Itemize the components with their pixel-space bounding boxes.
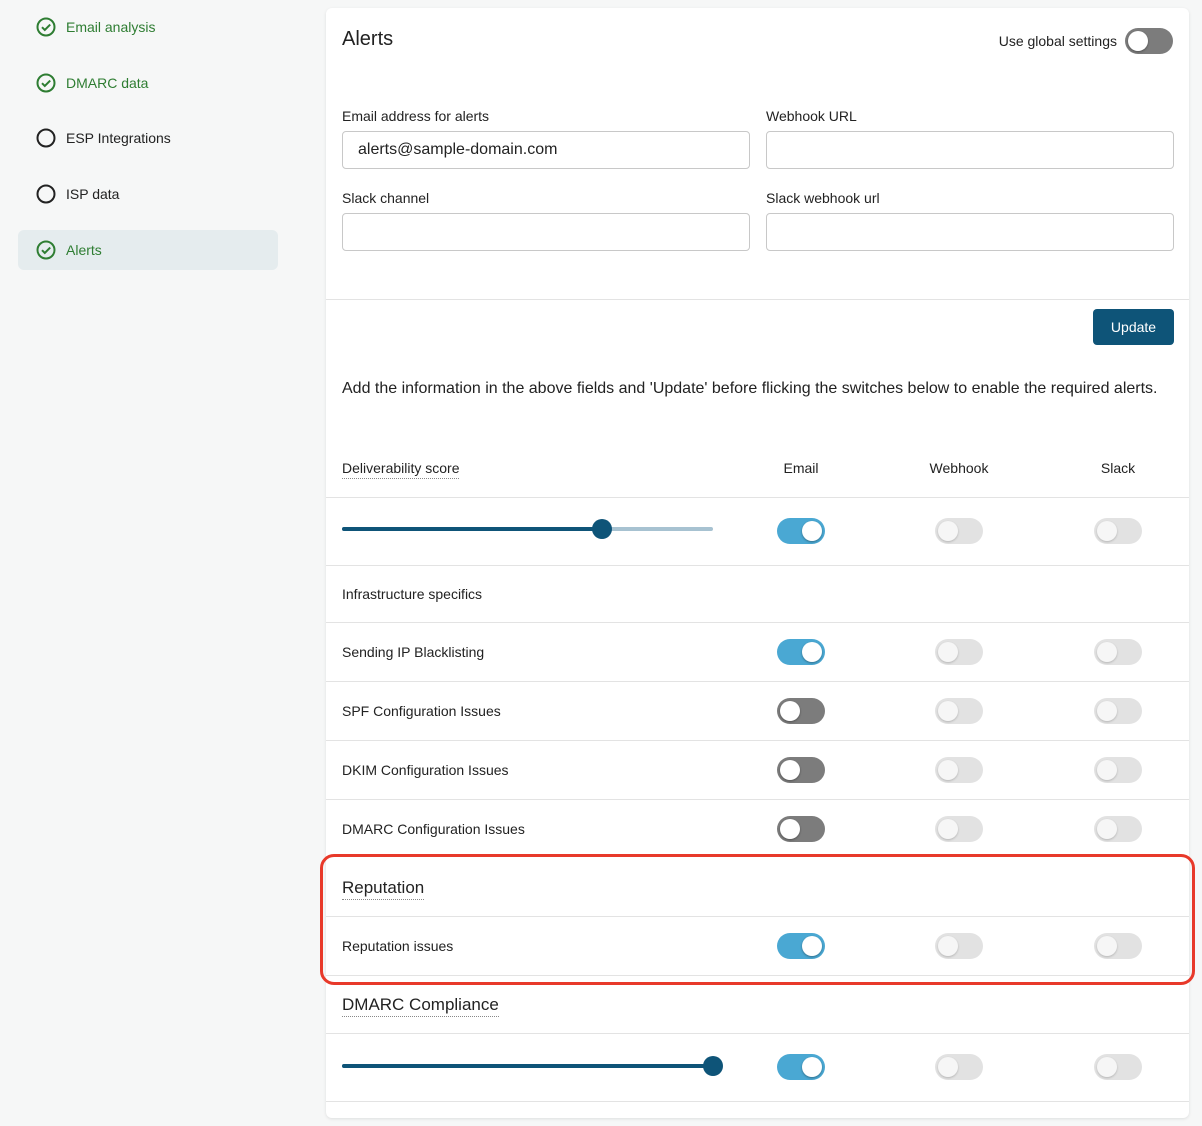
sending-ip-email-toggle[interactable] <box>777 639 825 665</box>
global-settings: Use global settings <box>999 28 1173 54</box>
dmarc-compliance-heading: DMARC Compliance <box>342 995 499 1017</box>
column-webhook: Webhook <box>929 460 989 476</box>
divider <box>326 799 1189 800</box>
reputation-webhook-toggle[interactable] <box>935 933 983 959</box>
sidebar-item-label: ESP Integrations <box>66 130 171 146</box>
slack-webhook-field[interactable] <box>766 213 1174 251</box>
alerts-panel: Alerts Use global settings Email address… <box>326 8 1189 1118</box>
dmarc-config-slack-toggle[interactable] <box>1094 816 1142 842</box>
row-label-dkim: DKIM Configuration Issues <box>342 762 509 778</box>
check-circle-icon <box>36 17 56 37</box>
column-email: Email <box>783 460 819 476</box>
deliverability-score-heading: Deliverability score <box>342 460 460 479</box>
slack-channel-label: Slack channel <box>342 190 430 206</box>
check-circle-icon <box>36 73 56 93</box>
deliverability-webhook-toggle[interactable] <box>935 518 983 544</box>
spf-slack-toggle[interactable] <box>1094 698 1142 724</box>
slack-webhook-label: Slack webhook url <box>766 190 880 206</box>
deliverability-slack-toggle[interactable] <box>1094 518 1142 544</box>
sidebar-item-label: Email analysis <box>66 19 156 35</box>
info-text: Add the information in the above fields … <box>342 380 1158 397</box>
divider <box>326 681 1189 682</box>
dmarc-compliance-slack-toggle[interactable] <box>1094 1054 1142 1080</box>
divider <box>326 565 1189 566</box>
divider <box>326 916 1189 917</box>
sidebar-item-label: ISP data <box>66 186 120 202</box>
dmarc-config-webhook-toggle[interactable] <box>935 816 983 842</box>
check-circle-icon <box>36 240 56 260</box>
infrastructure-heading: Infrastructure specifics <box>342 586 483 602</box>
dmarc-compliance-webhook-toggle[interactable] <box>935 1054 983 1080</box>
divider <box>326 1101 1189 1102</box>
deliverability-email-toggle[interactable] <box>777 518 825 544</box>
divider <box>326 497 1189 498</box>
email-field-label: Email address for alerts <box>342 108 490 124</box>
slider-thumb[interactable] <box>703 1056 723 1076</box>
sidebar: Email analysis DMARC data ESP Integratio… <box>0 0 300 1126</box>
divider <box>326 622 1189 623</box>
reputation-slack-toggle[interactable] <box>1094 933 1142 959</box>
global-settings-toggle[interactable] <box>1125 28 1173 54</box>
sidebar-item-email-analysis[interactable]: Email analysis <box>18 7 278 47</box>
webhook-field-label: Webhook URL <box>766 108 857 124</box>
row-label-reputation-issues: Reputation issues <box>342 938 454 954</box>
divider <box>326 1033 1189 1034</box>
sidebar-item-label: DMARC data <box>66 75 149 91</box>
empty-circle-icon <box>36 128 56 148</box>
dmarc-compliance-email-toggle[interactable] <box>777 1054 825 1080</box>
reputation-heading: Reputation <box>342 878 425 900</box>
page-title: Alerts <box>342 28 394 50</box>
sidebar-item-esp-integrations[interactable]: ESP Integrations <box>18 118 278 158</box>
spf-email-toggle[interactable] <box>777 698 825 724</box>
divider <box>326 740 1189 741</box>
spf-webhook-toggle[interactable] <box>935 698 983 724</box>
dkim-webhook-toggle[interactable] <box>935 757 983 783</box>
sidebar-item-alerts[interactable]: Alerts <box>18 230 278 270</box>
sending-ip-webhook-toggle[interactable] <box>935 639 983 665</box>
row-label-spf: SPF Configuration Issues <box>342 703 501 719</box>
dmarc-compliance-slider[interactable] <box>342 1056 723 1076</box>
slack-channel-field[interactable] <box>342 213 750 251</box>
dkim-slack-toggle[interactable] <box>1094 757 1142 783</box>
update-button[interactable]: Update <box>1093 309 1174 345</box>
global-settings-label: Use global settings <box>998 33 1117 49</box>
slider-thumb[interactable] <box>591 519 612 539</box>
divider <box>326 975 1189 976</box>
row-label-sending-ip: Sending IP Blacklisting <box>342 644 485 660</box>
empty-circle-icon <box>36 184 56 204</box>
row-label-dmarc-config: DMARC Configuration Issues <box>342 821 525 837</box>
dkim-email-toggle[interactable] <box>777 757 825 783</box>
webhook-url-field[interactable] <box>766 131 1174 169</box>
column-slack: Slack <box>1100 460 1136 476</box>
sidebar-item-isp-data[interactable]: ISP data <box>18 174 278 214</box>
sending-ip-slack-toggle[interactable] <box>1094 639 1142 665</box>
sidebar-item-label: Alerts <box>66 242 102 258</box>
deliverability-slider[interactable] <box>342 519 713 539</box>
divider <box>326 299 1189 300</box>
reputation-email-toggle[interactable] <box>777 933 825 959</box>
email-field[interactable] <box>342 131 750 169</box>
dmarc-config-email-toggle[interactable] <box>777 816 825 842</box>
sidebar-item-dmarc-data[interactable]: DMARC data <box>18 63 278 103</box>
